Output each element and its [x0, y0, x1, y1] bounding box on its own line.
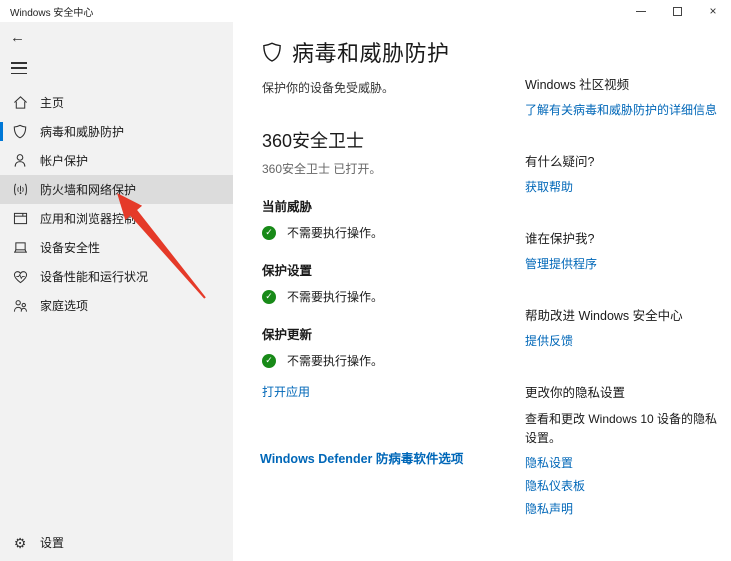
window-controls: ×	[623, 0, 731, 22]
page-title: 病毒和威胁防护	[292, 36, 450, 68]
aside-heading-questions: 有什么疑问?	[525, 151, 721, 170]
sidebar-item-home[interactable]: 主页	[0, 88, 233, 117]
sidebar-item-device-performance[interactable]: 设备性能和运行状况	[0, 262, 233, 291]
close-button[interactable]: ×	[695, 0, 731, 22]
close-icon: ×	[709, 5, 716, 17]
aside-heading-privacy-settings: 更改你的隐私设置	[525, 382, 721, 401]
maximize-icon	[673, 7, 682, 16]
page-subtitle: 保护你的设备免受威胁。	[262, 79, 525, 96]
family-icon	[12, 298, 28, 314]
page-header: 病毒和威胁防护	[262, 36, 525, 68]
back-button[interactable]: ←	[10, 27, 30, 47]
device-icon	[12, 240, 28, 256]
aside-heading-improve-security: 帮助改进 Windows 安全中心	[525, 305, 721, 324]
window-title: Windows 安全中心	[10, 4, 93, 19]
check-circle-icon: ✓	[262, 354, 276, 368]
status-text: 不需要执行操作。	[287, 352, 383, 369]
aside-link-manage-providers[interactable]: 管理提供程序	[525, 255, 597, 272]
aside-link-privacy-settings[interactable]: 隐私设置	[525, 454, 721, 471]
status-text: 不需要执行操作。	[287, 224, 383, 241]
sidebar-item-label: 设备性能和运行状况	[40, 268, 148, 285]
aside-link-learn-more[interactable]: 了解有关病毒和威胁防护的详细信息	[525, 101, 717, 118]
aside-link-give-feedback[interactable]: 提供反馈	[525, 332, 573, 349]
sidebar-item-device-security[interactable]: 设备安全性	[0, 233, 233, 262]
sidebar-item-firewall-network[interactable]: 防火墙和网络保护	[0, 175, 233, 204]
sidebar-nav: 主页 病毒和威胁防护 帐户保护 防火墙和网络保护	[0, 88, 233, 320]
hamburger-icon	[11, 62, 27, 64]
sidebar-item-label: 病毒和威胁防护	[40, 123, 124, 140]
app-browser-icon	[12, 211, 28, 227]
gear-icon: ⚙	[12, 535, 28, 551]
hamburger-menu-button[interactable]	[11, 62, 27, 74]
sidebar: ← 主页 病毒和威胁防护 帐户保护	[0, 22, 233, 561]
sidebar-item-label: 设置	[40, 534, 64, 551]
section-heading-protection-updates: 保护更新	[262, 324, 525, 343]
status-row: ✓ 不需要执行操作。	[262, 288, 525, 305]
status-text: 不需要执行操作。	[287, 288, 383, 305]
sidebar-item-label: 设备安全性	[40, 239, 100, 256]
provider-name: 360安全卫士	[262, 127, 525, 153]
person-icon	[12, 153, 28, 169]
check-circle-icon: ✓	[262, 226, 276, 240]
sidebar-item-family-options[interactable]: 家庭选项	[0, 291, 233, 320]
maximize-button[interactable]	[659, 0, 695, 22]
aside-heading-who-protects-me: 谁在保护我?	[525, 228, 721, 247]
firewall-icon	[12, 182, 28, 198]
aside-privacy-description: 查看和更改 Windows 10 设备的隐私设置。	[525, 410, 721, 447]
provider-status: 360安全卫士 已打开。	[262, 160, 525, 177]
minimize-button[interactable]	[623, 0, 659, 22]
health-icon	[12, 269, 28, 285]
aside-link-privacy-dashboard[interactable]: 隐私仪表板	[525, 477, 721, 494]
section-heading-current-threats: 当前威胁	[262, 196, 525, 215]
minimize-icon	[636, 11, 646, 12]
home-icon	[12, 95, 28, 111]
sidebar-item-label: 主页	[40, 94, 64, 111]
privacy-links: 隐私设置 隐私仪表板 隐私声明	[525, 454, 721, 517]
aside-link-privacy-statement[interactable]: 隐私声明	[525, 500, 721, 517]
status-row: ✓ 不需要执行操作。	[262, 224, 525, 241]
main-content: 病毒和威胁防护 保护你的设备免受威胁。 360安全卫士 360安全卫士 已打开。…	[233, 22, 525, 561]
sidebar-item-app-browser-control[interactable]: 应用和浏览器控制	[0, 204, 233, 233]
sidebar-item-label: 防火墙和网络保护	[40, 181, 136, 198]
shield-icon	[262, 41, 282, 63]
aside-panel: Windows 社区视频 了解有关病毒和威胁防护的详细信息 有什么疑问? 获取帮…	[525, 22, 721, 517]
sidebar-item-label: 家庭选项	[40, 297, 88, 314]
sidebar-item-label: 帐户保护	[40, 152, 88, 169]
section-heading-protection-settings: 保护设置	[262, 260, 525, 279]
aside-link-get-help[interactable]: 获取帮助	[525, 178, 573, 195]
shield-icon	[12, 124, 28, 140]
open-app-link[interactable]: 打开应用	[262, 383, 310, 400]
back-icon: ←	[10, 29, 25, 46]
sidebar-item-virus-protection[interactable]: 病毒和威胁防护	[0, 117, 233, 146]
sidebar-item-label: 应用和浏览器控制	[40, 210, 136, 227]
sidebar-item-account-protection[interactable]: 帐户保护	[0, 146, 233, 175]
aside-heading-community-videos: Windows 社区视频	[525, 74, 721, 93]
titlebar: Windows 安全中心 ×	[0, 0, 731, 22]
status-row: ✓ 不需要执行操作。	[262, 352, 525, 369]
windows-security-window: Windows 安全中心 × ← 主页 病毒和威胁防护	[0, 0, 731, 561]
defender-options-link[interactable]: Windows Defender 防病毒软件选项	[260, 448, 463, 467]
check-circle-icon: ✓	[262, 290, 276, 304]
sidebar-item-settings[interactable]: ⚙ 设置	[0, 528, 233, 557]
